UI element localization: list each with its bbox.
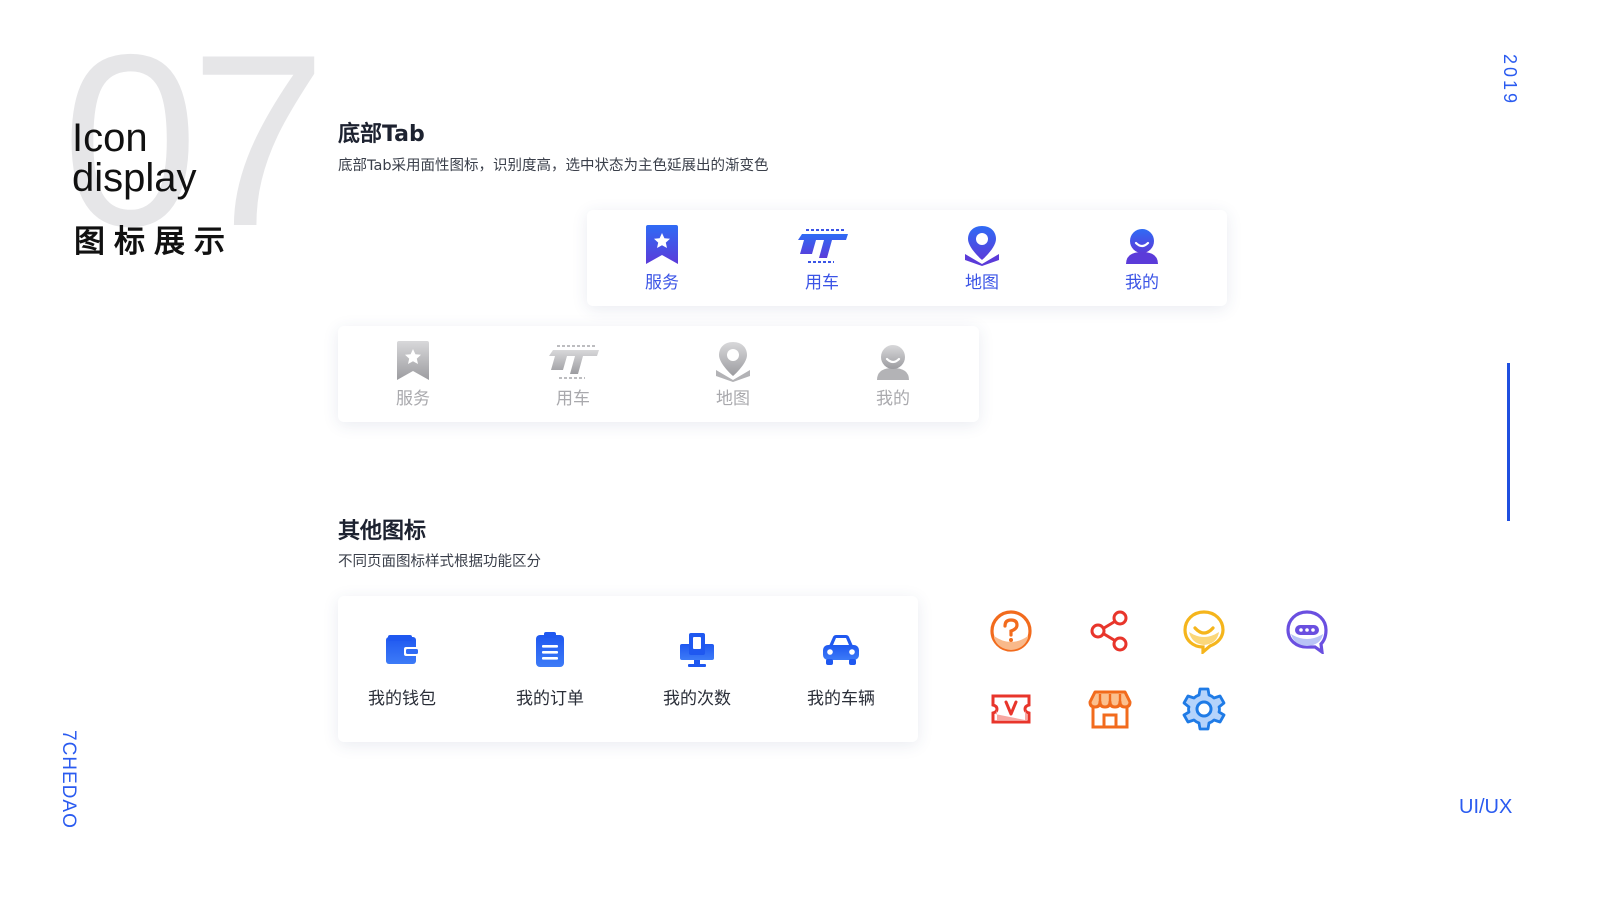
tab-car-active[interactable]: 用车 — [762, 224, 882, 293]
tab-label: 服务 — [396, 389, 430, 409]
tab-me-active[interactable]: 我的 — [1082, 224, 1202, 293]
tab-label: 地图 — [965, 273, 999, 293]
gear-icon[interactable] — [1181, 686, 1227, 732]
tab-label: 我的 — [1125, 273, 1159, 293]
tab-service-active[interactable]: 服务 — [602, 224, 722, 293]
map-pin-icon — [716, 342, 750, 382]
bookmark-star-icon — [646, 225, 678, 264]
wallet-icon — [386, 635, 418, 664]
function-card: 我的钱包 我的订单 我的次数 我的车辆 — [338, 596, 918, 742]
user-icon — [877, 345, 909, 380]
side-accent-line — [1507, 363, 1510, 521]
function-label: 我的车辆 — [807, 689, 875, 709]
tab-label: 我的 — [876, 389, 910, 409]
brand-label: 7CHEDAO — [58, 730, 79, 829]
tab-label: 服务 — [645, 273, 679, 293]
map-pin-icon — [965, 226, 999, 266]
count-monitor-icon — [680, 633, 714, 667]
order-clipboard-icon — [536, 632, 564, 667]
voucher-icon[interactable] — [988, 686, 1034, 732]
function-label: 我的次数 — [663, 689, 731, 709]
bookmark-star-icon — [397, 341, 429, 380]
function-label: 我的订单 — [516, 689, 584, 709]
car-logo-icon — [798, 229, 848, 263]
function-label: 我的钱包 — [368, 689, 436, 709]
user-icon — [1126, 229, 1158, 264]
vehicle-icon — [823, 635, 859, 665]
tab-bar-inactive: 服务 用车 地图 我的 — [338, 326, 979, 422]
page-title-en: Icon display — [72, 118, 197, 198]
store-icon[interactable] — [1087, 686, 1133, 732]
function-counts[interactable]: 我的次数 — [637, 632, 757, 709]
other-section-title: 其他图标 — [338, 519, 427, 544]
other-section-description: 不同页面图标样式根据功能区分 — [338, 554, 541, 570]
tab-map-active[interactable]: 地图 — [922, 224, 1042, 293]
tab-bar-active: 服务 用车 地图 我的 — [587, 210, 1227, 306]
tab-car-inactive[interactable]: 用车 — [513, 340, 633, 409]
share-icon[interactable] — [1087, 608, 1133, 654]
tab-section-description: 底部Tab采用面性图标，识别度高，选中状态为主色延展出的渐变色 — [338, 158, 769, 174]
tab-label: 用车 — [805, 273, 839, 293]
title-en-line1: Icon — [72, 116, 148, 160]
tab-section-title: 底部Tab — [338, 122, 425, 147]
function-orders[interactable]: 我的订单 — [490, 632, 610, 709]
tab-map-inactive[interactable]: 地图 — [673, 340, 793, 409]
title-en-line2: display — [72, 156, 197, 200]
year-label: 2019 — [1500, 54, 1520, 107]
car-logo-icon — [549, 345, 599, 379]
tab-label: 地图 — [716, 389, 750, 409]
function-vehicles[interactable]: 我的车辆 — [781, 632, 901, 709]
page-title-cn: 图标展示 — [74, 224, 234, 260]
footer-tag: UI/UX — [1459, 796, 1513, 818]
tab-service-inactive[interactable]: 服务 — [353, 340, 473, 409]
function-wallet[interactable]: 我的钱包 — [342, 632, 462, 709]
chat-bubble-icon[interactable] — [1284, 608, 1330, 654]
smile-bubble-icon[interactable] — [1181, 608, 1227, 654]
tab-me-inactive[interactable]: 我的 — [833, 340, 953, 409]
tab-label: 用车 — [556, 389, 590, 409]
question-icon[interactable] — [988, 608, 1034, 654]
